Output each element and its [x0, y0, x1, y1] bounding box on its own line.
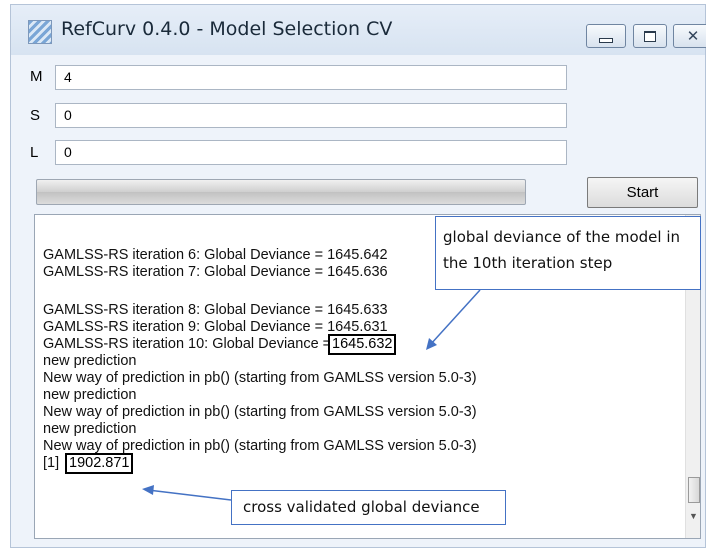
l-input[interactable]: 0 — [55, 140, 567, 165]
s-label: S — [30, 107, 41, 124]
maximize-icon — [644, 30, 656, 42]
app-icon — [28, 20, 52, 44]
maximize-button[interactable] — [633, 24, 667, 48]
log-line: GAMLSS-RS iteration 6: Global Deviance =… — [43, 247, 388, 263]
s-input[interactable]: 0 — [55, 103, 567, 128]
m-input[interactable]: 4 — [55, 65, 567, 90]
log-line: [1] — [43, 455, 60, 471]
cv-deviance-highlight: 1902.871 — [65, 453, 134, 474]
window-title: RefCurv 0.4.0 - Model Selection CV — [61, 18, 393, 40]
close-icon: ✕ — [686, 27, 700, 45]
log-line: GAMLSS-RS iteration 8: Global Deviance =… — [43, 302, 388, 318]
log-line: New way of prediction in pb() (starting … — [43, 404, 477, 420]
iteration-10-deviance-highlight: 1645.632 — [328, 334, 397, 355]
iteration-callout: global deviance of the model in the 10th… — [435, 216, 701, 290]
minimize-button[interactable] — [586, 24, 626, 48]
log-line: new prediction — [43, 387, 137, 403]
log-line: GAMLSS-RS iteration 7: Global Deviance =… — [43, 264, 388, 280]
minimize-icon — [599, 37, 613, 43]
l-label: L — [30, 144, 39, 161]
title-bar[interactable]: RefCurv 0.4.0 - Model Selection CV ✕ — [11, 5, 706, 55]
log-line: new prediction — [43, 421, 137, 437]
log-line: New way of prediction in pb() (starting … — [43, 370, 477, 386]
start-button[interactable]: Start — [587, 177, 698, 208]
log-line: new prediction — [43, 353, 137, 369]
m-label: M — [30, 68, 43, 85]
scroll-down-arrow-icon[interactable]: ▼ — [689, 511, 698, 521]
log-line: GAMLSS-RS iteration 10: Global Deviance … — [43, 336, 332, 352]
scrollbar-thumb[interactable] — [688, 477, 700, 503]
cv-deviance-callout: cross validated global deviance — [231, 490, 506, 525]
close-button[interactable]: ✕ — [673, 24, 706, 48]
progress-bar — [36, 179, 526, 205]
